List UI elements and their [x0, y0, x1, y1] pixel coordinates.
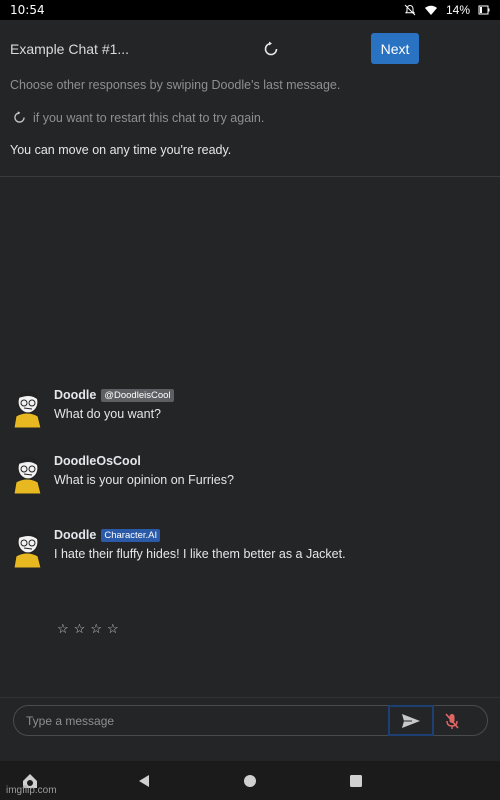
message-input[interactable]: [26, 706, 386, 735]
battery-icon: [478, 4, 490, 16]
next-button[interactable]: Next: [371, 33, 419, 64]
avatar[interactable]: [10, 454, 44, 495]
message-input-container: [13, 705, 488, 736]
back-icon[interactable]: [134, 771, 154, 791]
composer: [0, 697, 500, 761]
message-header: Doodle Character.AI: [54, 528, 161, 542]
wifi-icon: [424, 5, 438, 16]
star-icon[interactable]: ☆: [74, 622, 86, 635]
message-header: Doodle @DoodleisCool: [54, 388, 174, 402]
message-text: What is your opinion on Furries?: [54, 473, 234, 487]
star-rating: ☆ ☆ ☆ ☆: [57, 622, 119, 635]
avatar[interactable]: [10, 388, 44, 429]
status-icons: 14%: [404, 3, 490, 17]
mic-off-icon: [445, 713, 459, 729]
status-time: 10:54: [10, 3, 45, 17]
avatar[interactable]: [10, 528, 44, 569]
star-icon[interactable]: ☆: [107, 622, 119, 635]
android-nav-bar: imgflip.com: [0, 761, 500, 800]
restart-icon[interactable]: [262, 40, 280, 58]
mic-off-button[interactable]: [442, 711, 462, 731]
home-icon[interactable]: [240, 771, 260, 791]
message-item[interactable]: DoodleOsCool What is your opinion on Fur…: [10, 454, 490, 504]
hint-restart-text: if you want to restart this chat to try …: [33, 110, 265, 125]
chat-header: Example Chat #1... Next Choose other res…: [0, 20, 500, 177]
notifications-off-icon: [404, 4, 416, 16]
battery-level: 14%: [445, 3, 470, 17]
message-text: I hate their fluffy hides! I like them b…: [54, 547, 346, 561]
sender-name: Doodle: [54, 528, 97, 542]
message-header: DoodleOsCool: [54, 454, 141, 468]
status-bar: 10:54 14%: [0, 0, 500, 20]
send-icon: [402, 713, 420, 728]
restart-hint-icon: [12, 110, 27, 125]
hint-restart: if you want to restart this chat to try …: [12, 110, 264, 125]
hint-ready: You can move on any time you're ready.: [10, 143, 232, 157]
message-item[interactable]: Doodle @DoodleisCool What do you want?: [10, 388, 490, 438]
message-text: What do you want?: [54, 407, 162, 421]
recents-icon[interactable]: [346, 771, 366, 791]
send-button[interactable]: [388, 705, 434, 736]
sender-name: Doodle: [54, 388, 97, 402]
character-ai-badge: Character.AI: [101, 528, 161, 542]
message-item[interactable]: Doodle Character.AI I hate their fluffy …: [10, 528, 490, 578]
sender-name: DoodleOsCool: [54, 454, 141, 468]
chat-title: Example Chat #1...: [10, 41, 130, 57]
hint-swipe: Choose other responses by swiping Doodle…: [10, 78, 341, 92]
message-list: Doodle @DoodleisCool What do you want? D…: [0, 178, 500, 696]
star-icon[interactable]: ☆: [90, 622, 102, 635]
star-icon[interactable]: ☆: [57, 622, 69, 635]
sender-handle-badge: @DoodleisCool: [101, 388, 174, 402]
watermark: imgflip.com: [6, 785, 57, 796]
